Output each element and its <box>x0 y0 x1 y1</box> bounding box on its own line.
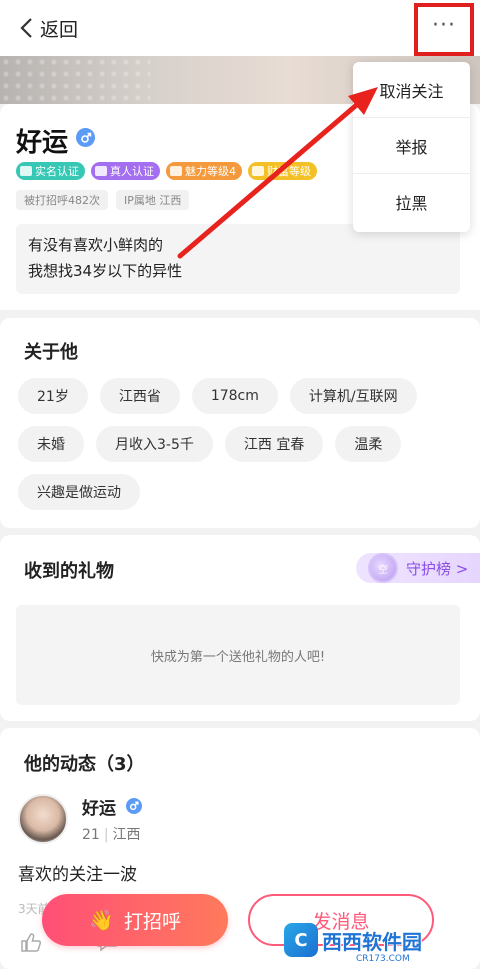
video-icon <box>95 166 107 176</box>
chip-hometown: 江西 宜春 <box>224 426 324 462</box>
feed-author-location: 江西 <box>112 827 141 843</box>
profile-name: 好运 <box>16 128 69 158</box>
chip-personality: 温柔 <box>335 426 402 462</box>
feed-post-text: 喜欢的关注一波 <box>18 865 137 885</box>
badge-row: 实名认证 真人认证 魅力等级4 财富等级 <box>16 162 317 180</box>
menu-item-unfollow[interactable]: 取消关注 <box>353 62 470 118</box>
chip-age: 21岁 <box>18 378 88 414</box>
ip-location: IP属地 江西 <box>116 190 190 210</box>
guard-badge-icon: 空 <box>368 553 398 583</box>
greet-button[interactable]: 👋 打招呼 <box>42 894 228 946</box>
intro-line: 我想找34岁以下的异性 <box>28 262 183 280</box>
meta-divider: | <box>103 827 109 843</box>
id-card-icon <box>20 166 32 176</box>
chip-height: 178cm <box>191 378 278 414</box>
greet-label: 打招呼 <box>123 910 181 933</box>
watermark-logo-icon: C <box>284 923 318 957</box>
chip-marital: 未婚 <box>18 426 84 462</box>
about-section: 关于他 21岁 江西省 178cm 计算机/互联网 未婚 月收入3-5千 江西 … <box>0 318 480 528</box>
chip-income: 月收入3-5千 <box>96 426 213 462</box>
guard-ranking-label: 守护榜 > <box>406 559 469 578</box>
moon-icon <box>170 166 182 176</box>
badge-charm-level: 魅力等级4 <box>166 162 242 180</box>
diamond-icon <box>252 166 264 176</box>
chevron-left-icon <box>20 18 32 38</box>
feed-author-meta: 21 | 江西 <box>82 824 141 844</box>
about-chips: 21岁 江西省 178cm 计算机/互联网 未婚 月收入3-5千 江西 宜春 温… <box>18 378 468 510</box>
cover-photo-texture <box>0 56 150 104</box>
greet-count: 被打招呼482次 <box>16 190 108 210</box>
more-menu: 取消关注 举报 拉黑 <box>353 62 470 232</box>
gifts-empty-state: 快成为第一个送他礼物的人吧! <box>16 605 460 705</box>
male-icon <box>126 798 142 814</box>
more-icon: ··· <box>432 12 456 38</box>
gifts-title: 收到的礼物 <box>24 561 114 582</box>
more-button[interactable]: ··· <box>414 3 474 56</box>
badge-real-person: 真人认证 <box>91 162 160 180</box>
feed-title: 他的动态（3） <box>24 754 145 775</box>
watermark-subtext: CR173.COM <box>356 954 410 964</box>
male-icon <box>76 128 95 147</box>
thumbs-up-icon[interactable] <box>20 932 42 952</box>
watermark-text: 西西软件园 <box>322 929 422 954</box>
menu-item-report[interactable]: 举报 <box>353 118 470 174</box>
chip-interest: 兴趣是做运动 <box>18 474 140 510</box>
chip-industry: 计算机/互联网 <box>289 378 417 414</box>
back-button[interactable]: 返回 <box>18 12 78 44</box>
top-bar: 返回 ··· <box>0 0 480 56</box>
about-title: 关于他 <box>24 342 78 363</box>
waving-hand-icon: 👋 <box>89 908 114 932</box>
guard-ranking-button[interactable]: 空 守护榜 > <box>356 553 480 583</box>
back-label: 返回 <box>40 18 79 41</box>
badge-real-name: 实名认证 <box>16 162 85 180</box>
chip-province: 江西省 <box>99 378 180 414</box>
menu-item-block[interactable]: 拉黑 <box>353 174 470 230</box>
avatar[interactable] <box>18 794 68 844</box>
gifts-section: 收到的礼物 空 守护榜 > 快成为第一个送他礼物的人吧! <box>0 535 480 721</box>
feed-author-name: 好运 <box>82 799 116 819</box>
badge-wealth-level: 财富等级 <box>248 162 317 180</box>
intro-line: 有没有喜欢小鲜肉的 <box>28 236 164 254</box>
intro-box: 有没有喜欢小鲜肉的 我想找34岁以下的异性 <box>16 224 460 294</box>
stats-row: 被打招呼482次 IP属地 江西 <box>16 190 190 210</box>
feed-author-age: 21 <box>82 827 100 843</box>
